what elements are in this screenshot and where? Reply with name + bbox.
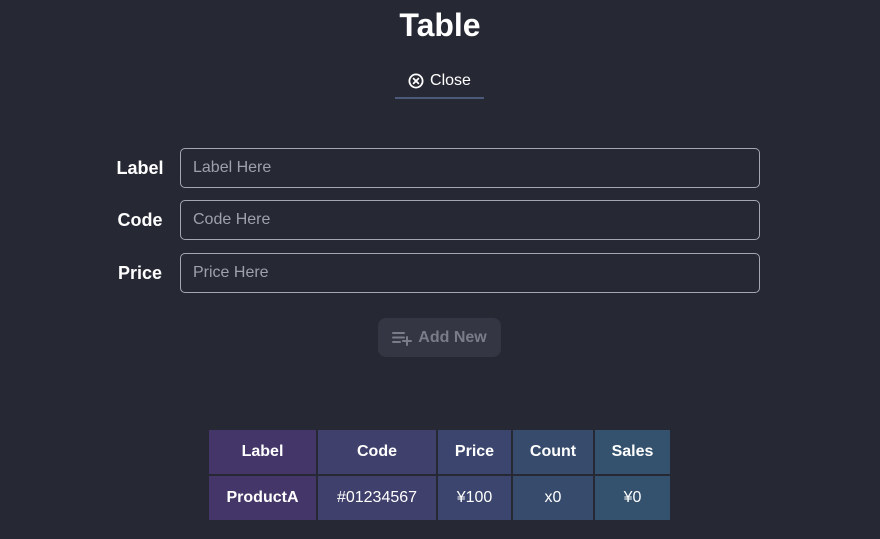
close-circle-icon [408, 73, 424, 89]
add-new-button[interactable]: Add New [378, 318, 501, 357]
add-new-label: Add New [418, 329, 486, 347]
form-row-label: Label [0, 148, 880, 188]
form-row-price: Price [0, 253, 880, 293]
label-field-label: Label [110, 148, 170, 188]
column-header-price: Price [438, 430, 511, 474]
page-title: Table [0, 4, 880, 46]
price-field-label: Price [110, 253, 170, 293]
playlist-add-icon [392, 330, 412, 346]
label-input[interactable] [180, 148, 760, 188]
column-header-sales: Sales [595, 430, 670, 474]
table-row: ProductA #01234567 ¥100 x0 ¥0 [209, 476, 670, 520]
cell-label: ProductA [209, 476, 316, 520]
cell-code: #01234567 [318, 476, 436, 520]
column-header-code: Code [318, 430, 436, 474]
cell-sales: ¥0 [595, 476, 670, 520]
cell-price: ¥100 [438, 476, 511, 520]
code-input[interactable] [180, 200, 760, 240]
close-tab[interactable]: Close [395, 67, 484, 99]
page: Table Close Label Code Price Add New [0, 0, 880, 539]
cell-count: x0 [513, 476, 593, 520]
products-table: Label Code Price Count Sales ProductA #0… [207, 428, 672, 522]
column-header-count: Count [513, 430, 593, 474]
close-tab-label: Close [430, 72, 471, 90]
table-header-row: Label Code Price Count Sales [209, 430, 670, 474]
code-field-label: Code [110, 200, 170, 240]
form-row-code: Code [0, 200, 880, 240]
price-input[interactable] [180, 253, 760, 293]
column-header-label: Label [209, 430, 316, 474]
